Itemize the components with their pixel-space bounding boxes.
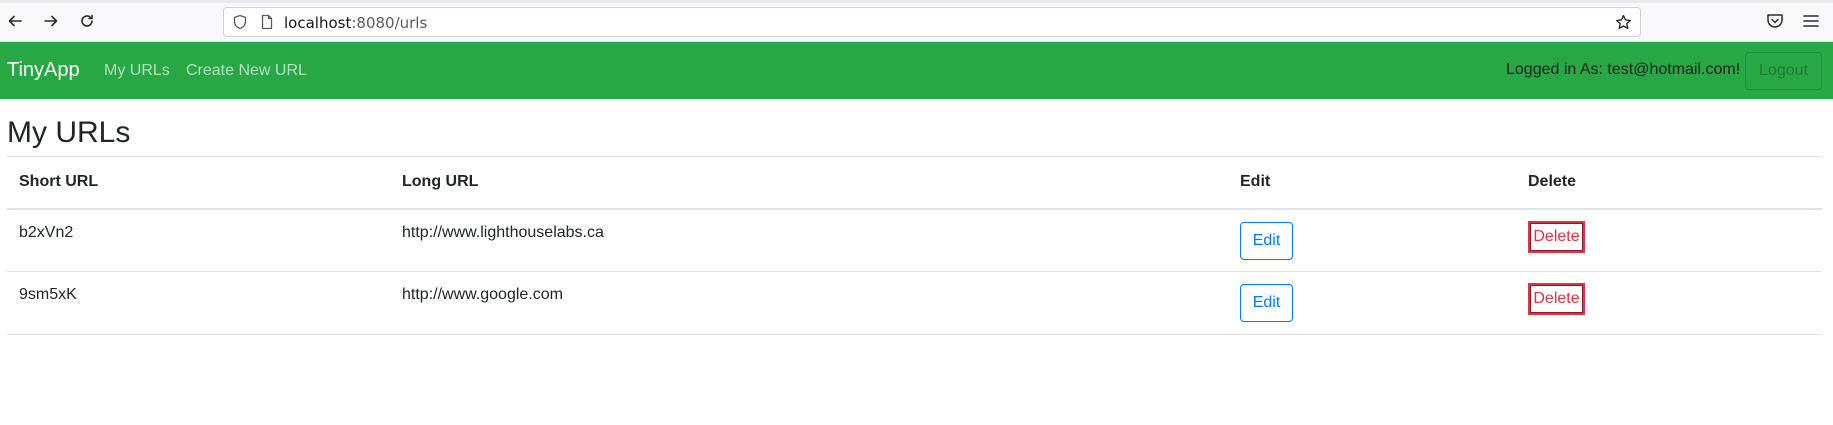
table-header-row: Short URL Long URL Edit Delete: [7, 156, 1822, 210]
delete-button[interactable]: Delete: [1528, 220, 1585, 253]
table-row: b2xVn2 http://www.lighthouselabs.ca Edit…: [7, 208, 1822, 272]
column-header-long-url: Long URL: [390, 156, 1228, 210]
short-url-cell: b2xVn2: [7, 208, 390, 272]
back-arrow-icon[interactable]: [4, 10, 26, 32]
edit-cell: Edit: [1228, 208, 1516, 272]
shield-icon[interactable]: [232, 14, 248, 30]
delete-cell: Delete: [1516, 271, 1822, 335]
page-icon[interactable]: [259, 14, 275, 30]
url-text[interactable]: localhost:8080/urls: [284, 14, 427, 32]
long-url-cell: http://www.lighthouselabs.ca: [390, 208, 1228, 272]
forward-arrow-icon[interactable]: [40, 10, 62, 32]
address-bar[interactable]: localhost:8080/urls: [223, 7, 1641, 37]
tab-strip-edge: [0, 0, 1833, 3]
long-url-cell: http://www.google.com: [390, 271, 1228, 335]
logout-button[interactable]: Logout: [1745, 52, 1822, 90]
urls-table: Short URL Long URL Edit Delete b2xVn2 ht…: [7, 156, 1822, 335]
page-title: My URLs: [7, 116, 131, 149]
nav-link-my-urls[interactable]: My URLs: [104, 62, 170, 80]
url-path: :8080/urls: [351, 14, 428, 32]
logged-in-text: Logged in As: test@hotmail.com!: [1506, 61, 1741, 78]
edit-cell: Edit: [1228, 271, 1516, 335]
brand-link[interactable]: TinyApp: [7, 59, 80, 82]
nav-link-create-url[interactable]: Create New URL: [186, 62, 307, 80]
delete-cell: Delete: [1516, 208, 1822, 272]
edit-button[interactable]: Edit: [1240, 284, 1293, 322]
app-navbar: TinyApp My URLs Create New URL Logged in…: [0, 42, 1833, 99]
browser-toolbar: localhost:8080/urls: [0, 0, 1833, 42]
delete-button[interactable]: Delete: [1528, 283, 1585, 315]
column-header-short-url: Short URL: [7, 156, 390, 210]
reload-icon[interactable]: [76, 10, 98, 32]
column-header-delete: Delete: [1516, 156, 1822, 210]
hamburger-menu-icon[interactable]: [1801, 11, 1821, 31]
edit-button[interactable]: Edit: [1240, 221, 1293, 260]
url-host: localhost: [284, 14, 352, 32]
table-row: 9sm5xK http://www.google.com Edit Delete: [7, 271, 1822, 335]
star-icon[interactable]: [1615, 14, 1632, 31]
column-header-edit: Edit: [1228, 156, 1516, 210]
short-url-cell: 9sm5xK: [7, 271, 390, 335]
pocket-icon[interactable]: [1765, 11, 1785, 31]
